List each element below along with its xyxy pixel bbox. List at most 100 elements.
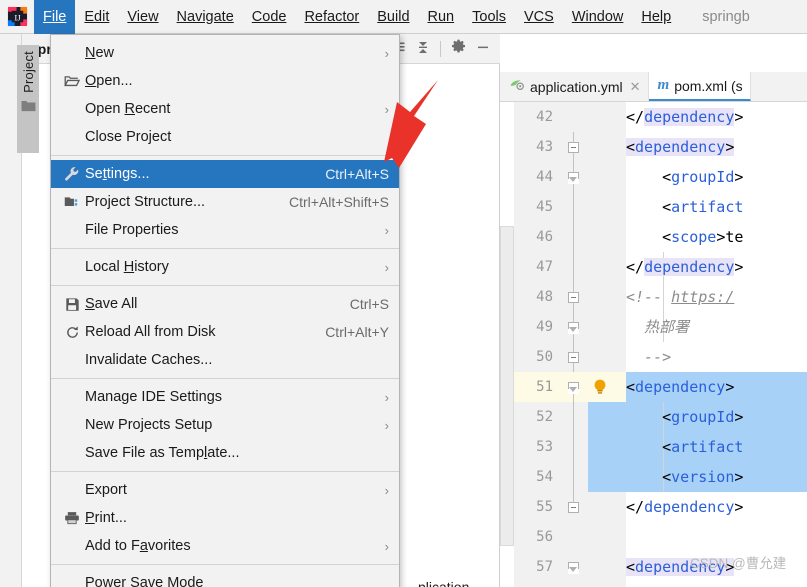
code-line[interactable]: 54 <version>	[500, 462, 807, 492]
menu-item-save-file-as-template[interactable]: Save File as Template...	[51, 439, 399, 467]
line-number: 51	[536, 379, 553, 395]
menu-view-label: View	[127, 8, 159, 25]
menu-item-settings[interactable]: Settings... Ctrl+Alt+S	[51, 160, 399, 188]
code-line[interactable]: 49 热部署	[500, 312, 807, 342]
menu-refactor[interactable]: Refactor	[295, 0, 368, 34]
menu-item-new-projects-setup[interactable]: New Projects Setup ›	[51, 411, 399, 439]
gear-icon[interactable]	[451, 39, 466, 59]
chevron-right-icon: ›	[384, 389, 389, 405]
menu-vcs[interactable]: VCS	[515, 0, 563, 34]
menu-file[interactable]: File	[34, 0, 76, 34]
code-line[interactable]: 53 <artifact	[500, 432, 807, 462]
menu-item-invalidate-caches[interactable]: Invalidate Caches...	[51, 346, 399, 374]
menu-item-print[interactable]: Print...	[51, 504, 399, 532]
menu-code[interactable]: Code	[243, 0, 296, 34]
line-number: 57	[536, 559, 553, 575]
menu-item-file-properties[interactable]: File Properties ›	[51, 216, 399, 244]
menu-view[interactable]: View	[118, 0, 167, 34]
minimize-icon[interactable]	[476, 40, 490, 59]
code-line[interactable]: 50 -->	[500, 342, 807, 372]
toolbar-divider	[440, 41, 441, 57]
line-number: 42	[536, 109, 553, 125]
menu-item-manage-ide-settings[interactable]: Manage IDE Settings ›	[51, 383, 399, 411]
editor-body[interactable]: 42 </dependency> 43 <dependency> 44 <gro…	[500, 102, 807, 587]
line-text: 热部署	[626, 318, 690, 336]
menu-item-label: Add to Favorites	[85, 538, 191, 554]
menu-item-new[interactable]: New ›	[51, 39, 399, 67]
line-number: 55	[536, 499, 553, 515]
menu-window[interactable]: Window	[563, 0, 633, 34]
wrench-icon	[59, 166, 85, 182]
menu-item-open[interactable]: Open...	[51, 67, 399, 95]
line-number: 46	[536, 229, 553, 245]
line-text: </dependency>	[626, 498, 744, 516]
folder-icon	[21, 99, 36, 117]
csdn-watermark: CSDN @曹允建	[690, 556, 787, 571]
intellij-idea-logo-icon: IJ	[0, 0, 34, 34]
line-text: <groupId>	[626, 168, 744, 186]
menu-item-project-structure[interactable]: Project Structure... Ctrl+Alt+Shift+S	[51, 188, 399, 216]
menu-item-label: Open Recent	[85, 101, 171, 117]
expand-all-icon[interactable]	[416, 40, 430, 59]
menu-window-label: Window	[571, 8, 624, 25]
code-line[interactable]: 55 </dependency>	[500, 492, 807, 522]
menu-item-label: Reload All from Disk	[85, 324, 216, 340]
code-line[interactable]: 46 <scope>te	[500, 222, 807, 252]
line-text: -->	[626, 348, 672, 366]
sidebar-item-project[interactable]: Project	[17, 45, 39, 153]
line-number: 47	[536, 259, 553, 275]
tree-item-application[interactable]: plication	[414, 579, 469, 587]
code-line[interactable]: 56	[500, 522, 807, 552]
menu-run-label: Run	[427, 8, 455, 25]
menu-item-close-project[interactable]: Close Project	[51, 123, 399, 151]
editor-tab-application-yml[interactable]: application.yml ✕	[500, 72, 649, 101]
menu-item-export[interactable]: Export ›	[51, 476, 399, 504]
menu-item-power-save-mode[interactable]: Power Save Mode	[51, 569, 399, 587]
menu-build[interactable]: Build	[368, 0, 418, 34]
file-menu-dropdown: New › Open... Open Recent › Close Projec…	[50, 34, 400, 587]
menu-build-label: Build	[377, 8, 410, 25]
chevron-right-icon: ›	[384, 45, 389, 61]
menu-run[interactable]: Run	[419, 0, 464, 34]
code-line[interactable]: 52 <groupId>	[500, 402, 807, 432]
chevron-right-icon: ›	[384, 417, 389, 433]
line-number: 58	[514, 582, 558, 587]
menu-item-label: New	[85, 45, 115, 61]
menu-item-open-recent[interactable]: Open Recent ›	[51, 95, 399, 123]
line-text: <groupId>	[626, 408, 744, 426]
menu-item-add-to-favorites[interactable]: Add to Favorites ›	[51, 532, 399, 560]
line-text: <!-- https:/	[626, 288, 735, 306]
menu-item-reload-all-from-disk[interactable]: Reload All from Disk Ctrl+Alt+Y	[51, 318, 399, 346]
menu-help-label: Help	[641, 8, 672, 25]
code-line[interactable]: 58 <groupId>	[500, 582, 807, 587]
code-line[interactable]: 43 <dependency>	[500, 132, 807, 162]
line-number: 48	[536, 289, 553, 305]
menu-item-label: Project Structure...	[85, 194, 206, 210]
code-line[interactable]: 44 <groupId>	[500, 162, 807, 192]
line-text: </dependency>	[626, 108, 744, 126]
chevron-right-icon: ›	[384, 222, 389, 238]
editor-tab-bar: application.yml ✕ m pom.xml (s	[500, 72, 807, 102]
menu-edit[interactable]: Edit	[75, 0, 118, 34]
code-line[interactable]: 47 </dependency>	[500, 252, 807, 282]
menu-navigate[interactable]: Navigate	[168, 0, 243, 34]
tree-item-label: plication	[418, 579, 470, 587]
editor-tab-label: pom.xml (s	[674, 77, 743, 94]
menu-item-local-history[interactable]: Local History ›	[51, 253, 399, 281]
menu-separator	[51, 564, 399, 565]
editor-tab-pom-xml[interactable]: m pom.xml (s	[648, 72, 751, 101]
editor-vertical-scrollbar[interactable]	[500, 226, 514, 546]
line-number: 50	[536, 349, 553, 365]
menu-tools[interactable]: Tools	[463, 0, 515, 34]
code-line[interactable]: 48 <!-- https:/	[500, 282, 807, 312]
close-icon[interactable]: ✕	[630, 79, 641, 95]
menu-bar: IJ File Edit View Navigate Code Refactor…	[0, 0, 807, 34]
menu-item-shortcut: Ctrl+Alt+Y	[325, 324, 389, 340]
menu-help[interactable]: Help	[632, 0, 680, 34]
code-line[interactable]: 51 <dependency>	[500, 372, 807, 402]
code-line[interactable]: 45 <artifact	[500, 192, 807, 222]
menu-item-save-all[interactable]: Save All Ctrl+S	[51, 290, 399, 318]
line-number: 56	[536, 529, 553, 545]
code-line[interactable]: 42 </dependency>	[500, 102, 807, 132]
menu-item-label: Settings...	[85, 166, 150, 182]
